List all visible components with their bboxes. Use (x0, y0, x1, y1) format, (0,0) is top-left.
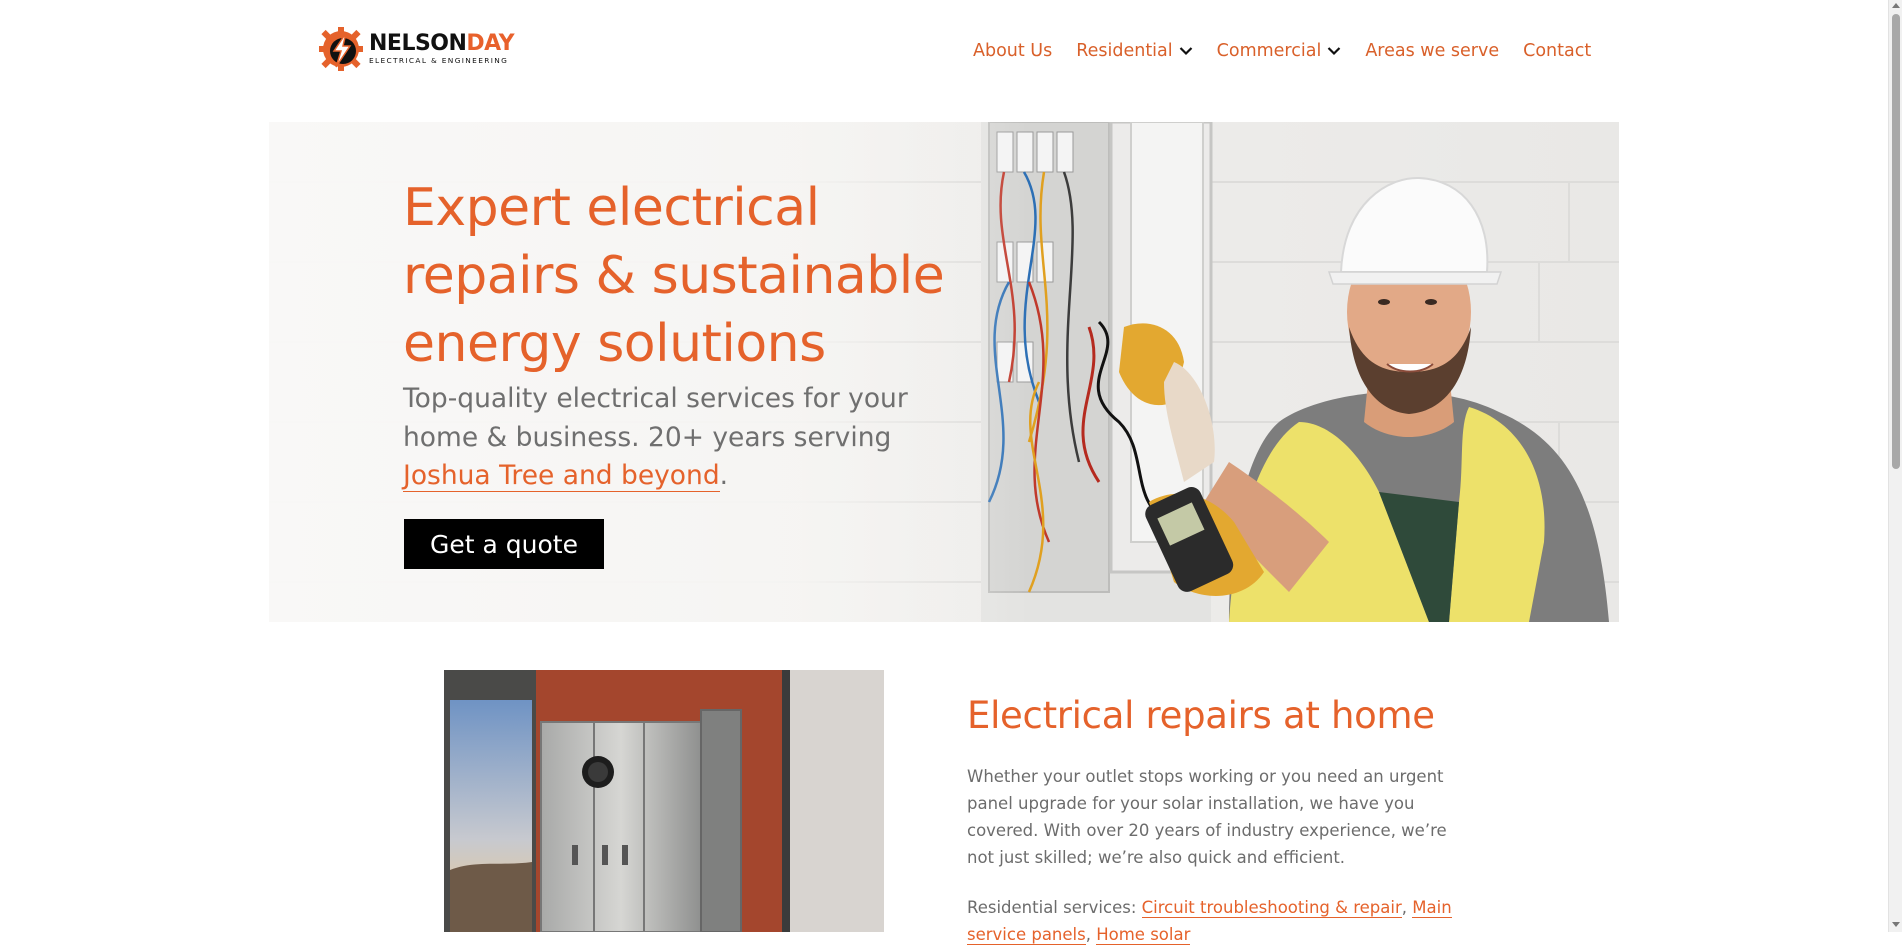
hero-subtitle-text: Top-quality electrical services for your… (403, 383, 908, 453)
site-logo[interactable]: NELSONDAY ELECTRICAL & ENGINEERING (317, 24, 522, 74)
service-link-home-solar[interactable]: Home solar (1096, 925, 1191, 945)
residential-services-list: Residential services: Circuit troublesho… (967, 894, 1457, 948)
services-separator: , (1401, 898, 1413, 917)
joshua-tree-link[interactable]: Joshua Tree and beyond (403, 460, 720, 492)
hero-banner: Expert electrical repairs & sustainable … (269, 122, 1619, 622)
nav-areas-label: Areas we serve (1365, 41, 1500, 61)
nav-contact-label: Contact (1523, 41, 1592, 61)
section-body: Whether your outlet stops working or you… (967, 767, 1447, 867)
hero-subtitle: Top-quality electrical services for your… (403, 380, 963, 496)
bolt-gear-icon (319, 27, 363, 71)
logo-name-accent: DAY (466, 31, 515, 57)
chevron-down-icon (1179, 47, 1192, 56)
scrollbar-thumb[interactable] (1892, 14, 1900, 469)
service-panel-illustration (444, 670, 884, 932)
service-link-circuit-troubleshooting[interactable]: Circuit troubleshooting & repair (1141, 898, 1402, 918)
main-nav: About Us Residential Commercial Areas we… (973, 38, 1591, 64)
chevron-down-icon (1328, 47, 1341, 56)
section-title: Electrical repairs at home (967, 694, 1435, 737)
nav-contact[interactable]: Contact (1523, 41, 1591, 61)
services-label: Residential services: (967, 898, 1142, 917)
scroll-down-icon[interactable] (1892, 922, 1900, 927)
nav-commercial-label: Commercial (1216, 41, 1322, 61)
site-header: NELSONDAY ELECTRICAL & ENGINEERING About… (0, 0, 1888, 104)
hero-title: Expert electrical repairs & sustainable … (403, 178, 945, 374)
get-a-quote-button[interactable]: Get a quote (404, 519, 604, 569)
nav-areas-we-serve[interactable]: Areas we serve (1365, 41, 1499, 61)
service-panel-photo (444, 670, 884, 932)
logo-name: NELSONDAY (369, 31, 515, 57)
hero-subtitle-end: . (719, 460, 729, 491)
scroll-up-icon[interactable] (1892, 3, 1900, 8)
nav-residential-label: Residential (1076, 41, 1173, 61)
nav-about-us[interactable]: About Us (973, 41, 1052, 61)
nav-commercial-dropdown[interactable]: Commercial (1217, 41, 1342, 61)
logo-tagline: ELECTRICAL & ENGINEERING (369, 56, 509, 66)
logo-wordmark: NELSONDAY ELECTRICAL & ENGINEERING (369, 31, 515, 66)
services-separator: , (1085, 925, 1097, 944)
page-scrollbar[interactable] (1888, 0, 1902, 932)
nav-about-us-label: About Us (973, 41, 1053, 61)
logo-name-primary: NELSON (369, 31, 467, 57)
nav-residential-dropdown[interactable]: Residential (1076, 41, 1192, 61)
